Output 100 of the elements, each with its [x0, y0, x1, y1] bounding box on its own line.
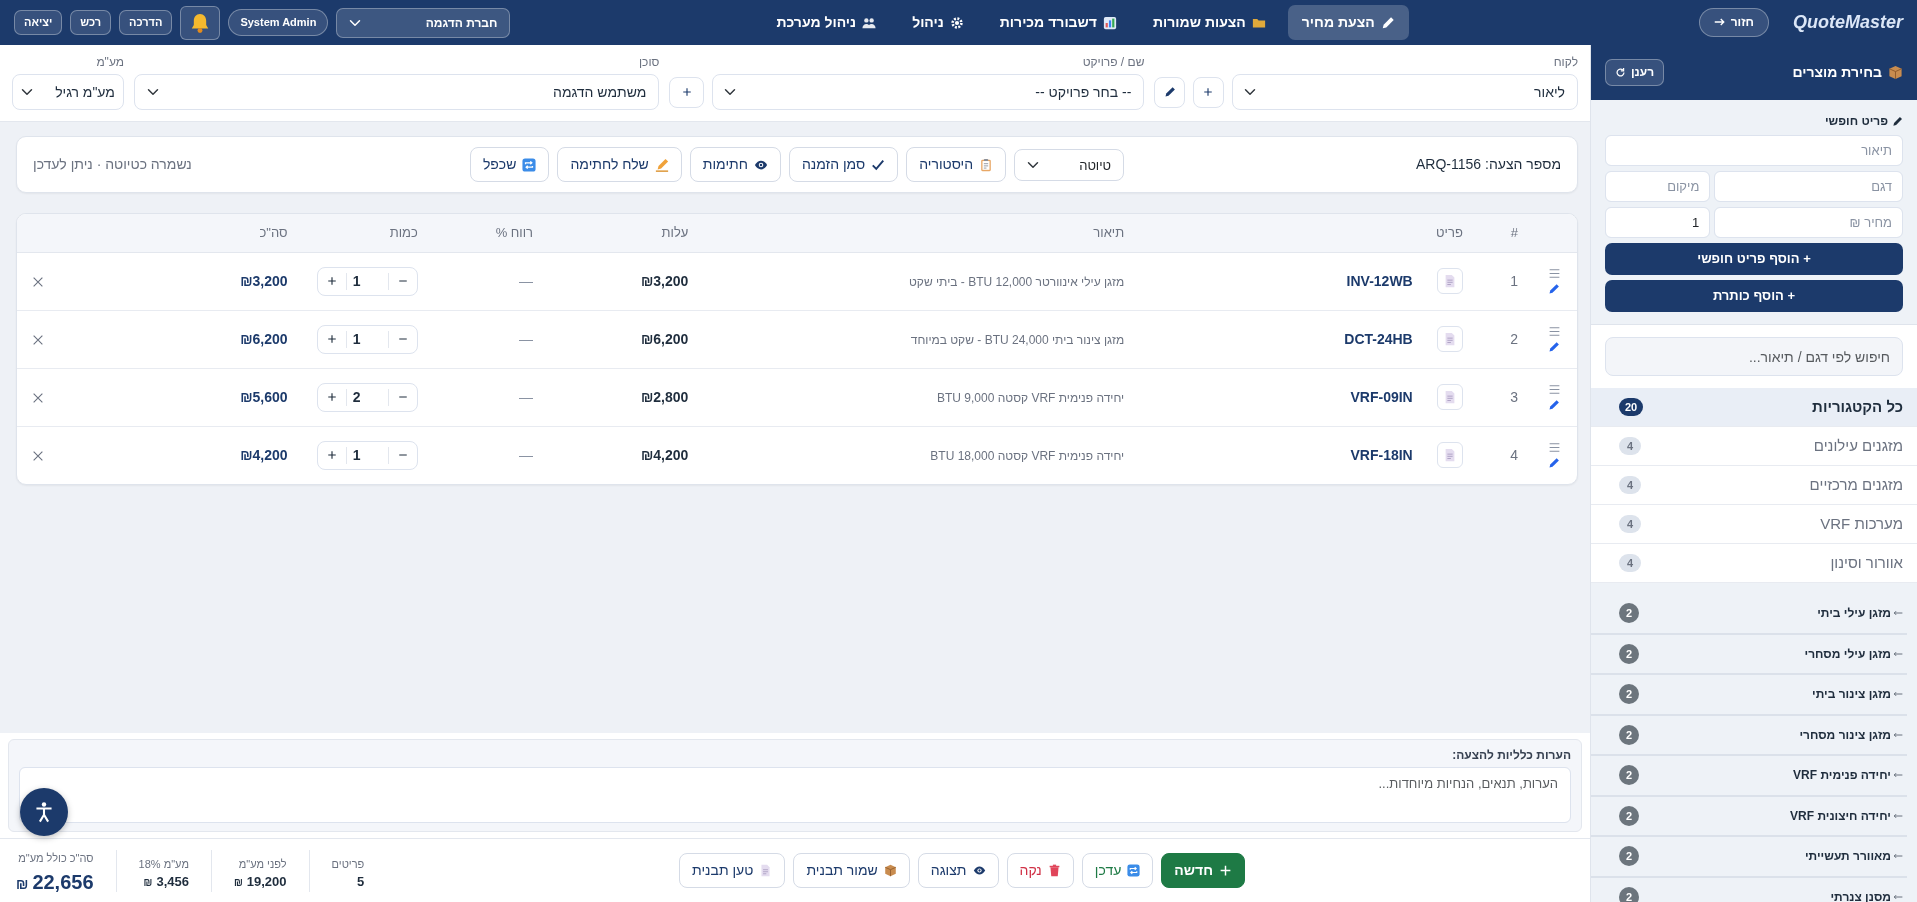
box-icon	[883, 864, 897, 877]
summary-label: מע"מ 18%	[138, 856, 189, 872]
currency-sign: ₪	[233, 876, 243, 890]
nav-tab[interactable]: ניהול	[898, 5, 978, 40]
currency-sign: ₪	[143, 876, 153, 890]
price-field[interactable]: מחיר ₪	[1714, 207, 1903, 238]
profit-value: —	[519, 272, 534, 289]
action-button[interactable]: נקה	[1006, 853, 1074, 888]
description-field[interactable]: תיאור	[1605, 135, 1903, 166]
toolbar-button[interactable]: שכפל	[469, 147, 550, 182]
project-select[interactable]: -- בחר פרויקט --	[711, 74, 1145, 110]
add-button[interactable]	[1193, 76, 1224, 108]
plus-icon	[326, 334, 337, 344]
action-button[interactable]: חדשה	[1161, 853, 1245, 888]
quantity-stepper[interactable]: 1	[316, 324, 418, 354]
group-label: יחידה חיצונית VRF	[1789, 807, 1891, 825]
quantity-value: 1	[345, 272, 389, 290]
row-number: 4	[1510, 446, 1518, 463]
pencil-icon[interactable]	[1548, 283, 1561, 295]
header-button[interactable]: רכש	[70, 9, 111, 36]
pencil-icon[interactable]	[1548, 399, 1561, 411]
nav-tab[interactable]: דשבורד מכירות	[985, 5, 1131, 40]
group-label: מזגן צינור מסחרי	[1798, 726, 1891, 744]
user-button[interactable]: System Admin	[228, 8, 329, 37]
count-badge: 2	[1619, 805, 1639, 826]
toolbar-button[interactable]: שלח לחתימה	[557, 147, 682, 182]
summary-value: 22,656	[32, 869, 94, 895]
summary-value: 3,456	[156, 873, 189, 891]
summary-label: פריטים	[331, 856, 365, 872]
quantity-field[interactable]: 1	[1605, 207, 1711, 238]
pen-icon	[654, 157, 669, 172]
section-title: פריט חופשי	[1824, 113, 1888, 130]
location-field[interactable]: מיקום	[1605, 171, 1711, 202]
count-badge: 2	[1619, 684, 1639, 705]
line-total: ₪3,200	[240, 272, 288, 289]
action-button[interactable]: טען תבנית	[679, 853, 786, 888]
count-badge: 2	[1619, 886, 1639, 902]
quantity-stepper[interactable]: 1	[316, 266, 418, 296]
item-description: מזגן צינור ביתי 24,000 BTU - שקט במיוחד	[910, 332, 1125, 347]
action-button[interactable]: עדכן	[1081, 853, 1154, 888]
status-select[interactable]: טיוטה	[1014, 148, 1125, 181]
refresh-icon	[1615, 67, 1626, 78]
nav-tab[interactable]: הצעות שמורות	[1139, 5, 1280, 40]
add-item-button[interactable]: + הוסף פריט חופשי	[1605, 243, 1903, 275]
count-badge: 4	[1619, 476, 1641, 494]
drag-handle-icon[interactable]	[1547, 267, 1561, 280]
quantity-stepper[interactable]: 2	[316, 382, 418, 412]
eye-icon	[972, 864, 986, 877]
plus-icon	[1203, 87, 1214, 97]
nav-tab[interactable]: ניהול מערכת	[762, 5, 891, 40]
drag-handle-icon[interactable]	[1547, 441, 1561, 455]
item-description: יחידה פנימית VRF קסטה 18,000 BTU	[930, 448, 1125, 463]
header-button[interactable]: הדרכה	[119, 9, 173, 36]
column-header: #	[1510, 225, 1518, 240]
company-select[interactable]: חברת הדגמה	[336, 7, 511, 38]
add-button[interactable]	[669, 76, 704, 108]
edit-button[interactable]	[1154, 76, 1186, 108]
row-number: 2	[1510, 330, 1518, 347]
summary-label: סה"כ כולל מע"מ	[17, 851, 94, 867]
quantity-stepper[interactable]: 1	[316, 440, 418, 470]
column-header: תיאור	[1093, 225, 1125, 240]
nav-tab[interactable]: הצעת מחיר	[1287, 5, 1409, 40]
summary-value: 5	[357, 873, 365, 891]
plus-icon	[681, 87, 692, 97]
toolbar-button[interactable]: היסטוריה	[906, 147, 1007, 182]
item-code: DCT-24HB	[1344, 330, 1413, 347]
toolbar-button[interactable]: סמן הזמנה	[788, 147, 899, 182]
refresh-button[interactable]: רענן	[1605, 59, 1665, 86]
row-number: 3	[1510, 388, 1518, 405]
count-badge: 2	[1619, 846, 1639, 867]
column-header: פריט	[1436, 225, 1463, 240]
action-button[interactable]: שמור תבנית	[793, 853, 910, 888]
notification-button[interactable]	[180, 5, 221, 40]
customer-select[interactable]: ליאור	[1231, 74, 1578, 110]
drag-handle-icon[interactable]	[1547, 325, 1561, 338]
row-number: 1	[1510, 272, 1518, 289]
group-label: מאוורר תעשייתי	[1804, 848, 1891, 866]
box-icon	[1888, 65, 1903, 80]
notes-field[interactable]: הערות, תנאים, הנחיות מיוחדות...	[19, 767, 1571, 823]
group-label: יחידה פנימית VRF	[1792, 767, 1891, 785]
back-button[interactable]: חזור	[1698, 8, 1769, 37]
header-button[interactable]: יציאה	[14, 9, 63, 36]
pencil-icon[interactable]	[1548, 341, 1561, 353]
drag-handle-icon[interactable]	[1547, 383, 1561, 396]
cost-value: ₪3,200	[640, 272, 689, 289]
repeat-icon	[522, 157, 537, 172]
column-header: סה"כ	[259, 225, 288, 240]
agent-select[interactable]: משתמש הדגמה	[134, 74, 660, 110]
action-button[interactable]: תצוגה	[917, 853, 999, 888]
add-heading-button[interactable]: + הוסף כותרת	[1605, 280, 1903, 312]
toolbar-button[interactable]: חתימות	[689, 147, 781, 182]
vat-select[interactable]: מע"מ רגיל	[12, 74, 124, 110]
item-description: מזגן עילי אינוורטר 12,000 BTU - ביתי שקט	[909, 274, 1125, 289]
document-icon	[759, 864, 773, 877]
pencil-icon[interactable]	[1548, 457, 1561, 470]
model-field[interactable]: דגם	[1714, 171, 1903, 202]
people-icon	[862, 15, 877, 30]
item-description: יחידה פנימית VRF קסטה 9,000 BTU	[937, 390, 1125, 405]
search-field[interactable]: חיפוש לפי דגם / תיאור...	[1605, 337, 1903, 376]
field-label: שם / פרויקט	[1082, 54, 1145, 71]
